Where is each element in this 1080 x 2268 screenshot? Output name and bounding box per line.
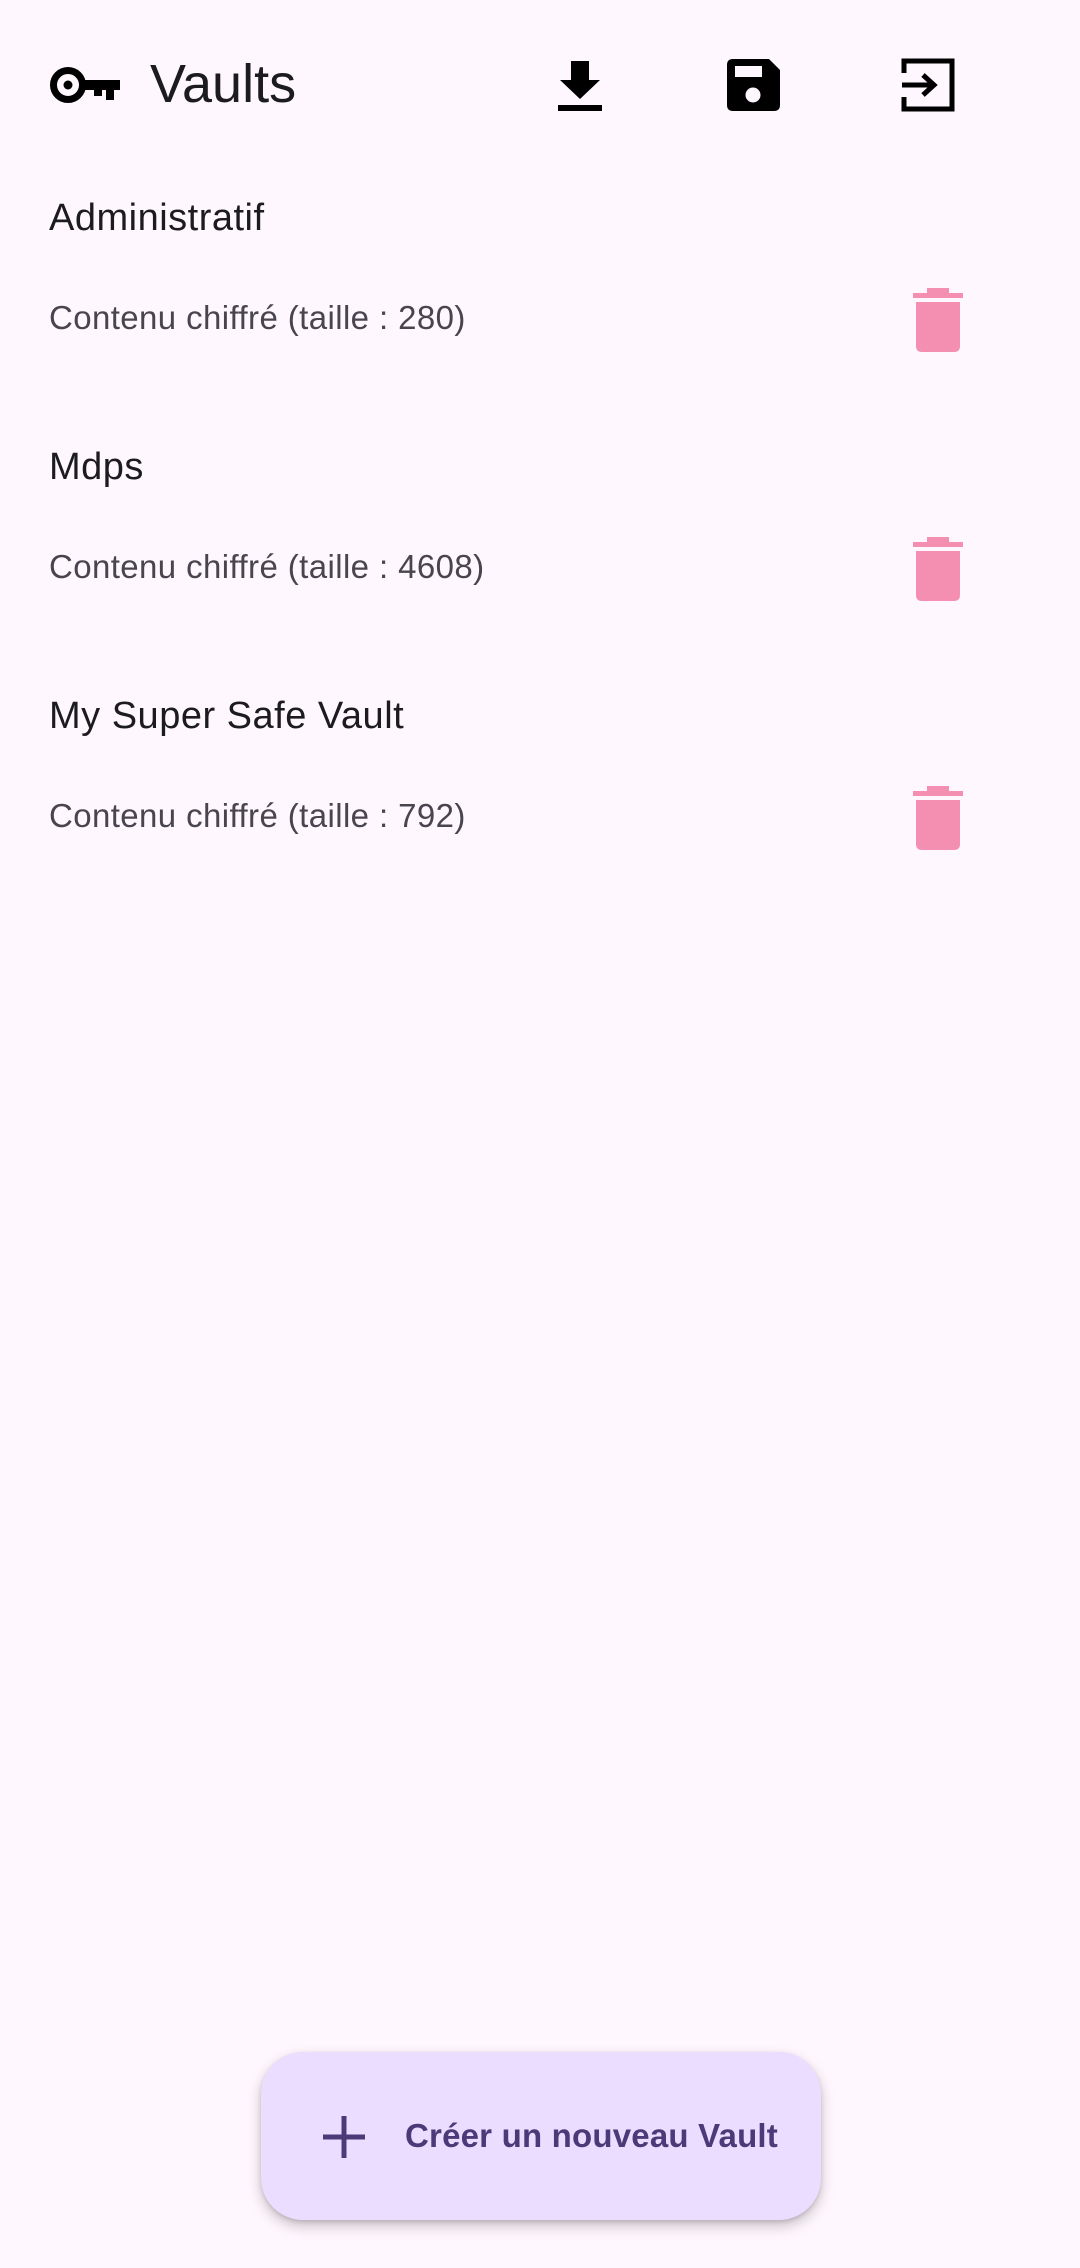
trash-icon (913, 537, 963, 601)
list-item[interactable]: Administratif Contenu chiffré (taille : … (0, 170, 1080, 419)
download-icon (558, 61, 602, 111)
vault-list: Administratif Contenu chiffré (taille : … (0, 170, 1080, 917)
exit-icon (901, 58, 955, 112)
trash-icon (913, 786, 963, 850)
vault-name: Mdps (49, 446, 144, 488)
vault-name: My Super Safe Vault (49, 695, 405, 737)
key-icon (48, 57, 120, 113)
exit-button[interactable] (898, 55, 958, 115)
vault-description: Contenu chiffré (taille : 4608) (49, 548, 485, 585)
list-item[interactable]: Mdps Contenu chiffré (taille : 4608) (0, 419, 1080, 668)
vault-name: Administratif (49, 197, 265, 239)
vault-description: Contenu chiffré (taille : 792) (49, 797, 466, 834)
create-vault-label: Créer un nouveau Vault (405, 2117, 778, 2154)
vault-description: Contenu chiffré (taille : 280) (49, 299, 466, 336)
download-button[interactable] (550, 55, 610, 115)
delete-button[interactable] (910, 537, 966, 601)
create-vault-button[interactable]: Créer un nouveau Vault (261, 2052, 821, 2220)
save-button[interactable] (724, 55, 784, 115)
list-item[interactable]: My Super Safe Vault Contenu chiffré (tai… (0, 668, 1080, 917)
delete-button[interactable] (910, 288, 966, 352)
save-icon (727, 59, 780, 111)
delete-button[interactable] (910, 786, 966, 850)
plus-icon (321, 2114, 367, 2160)
app-bar: Vaults (0, 0, 1080, 170)
page-title: Vaults (150, 54, 297, 114)
trash-icon (913, 288, 963, 352)
